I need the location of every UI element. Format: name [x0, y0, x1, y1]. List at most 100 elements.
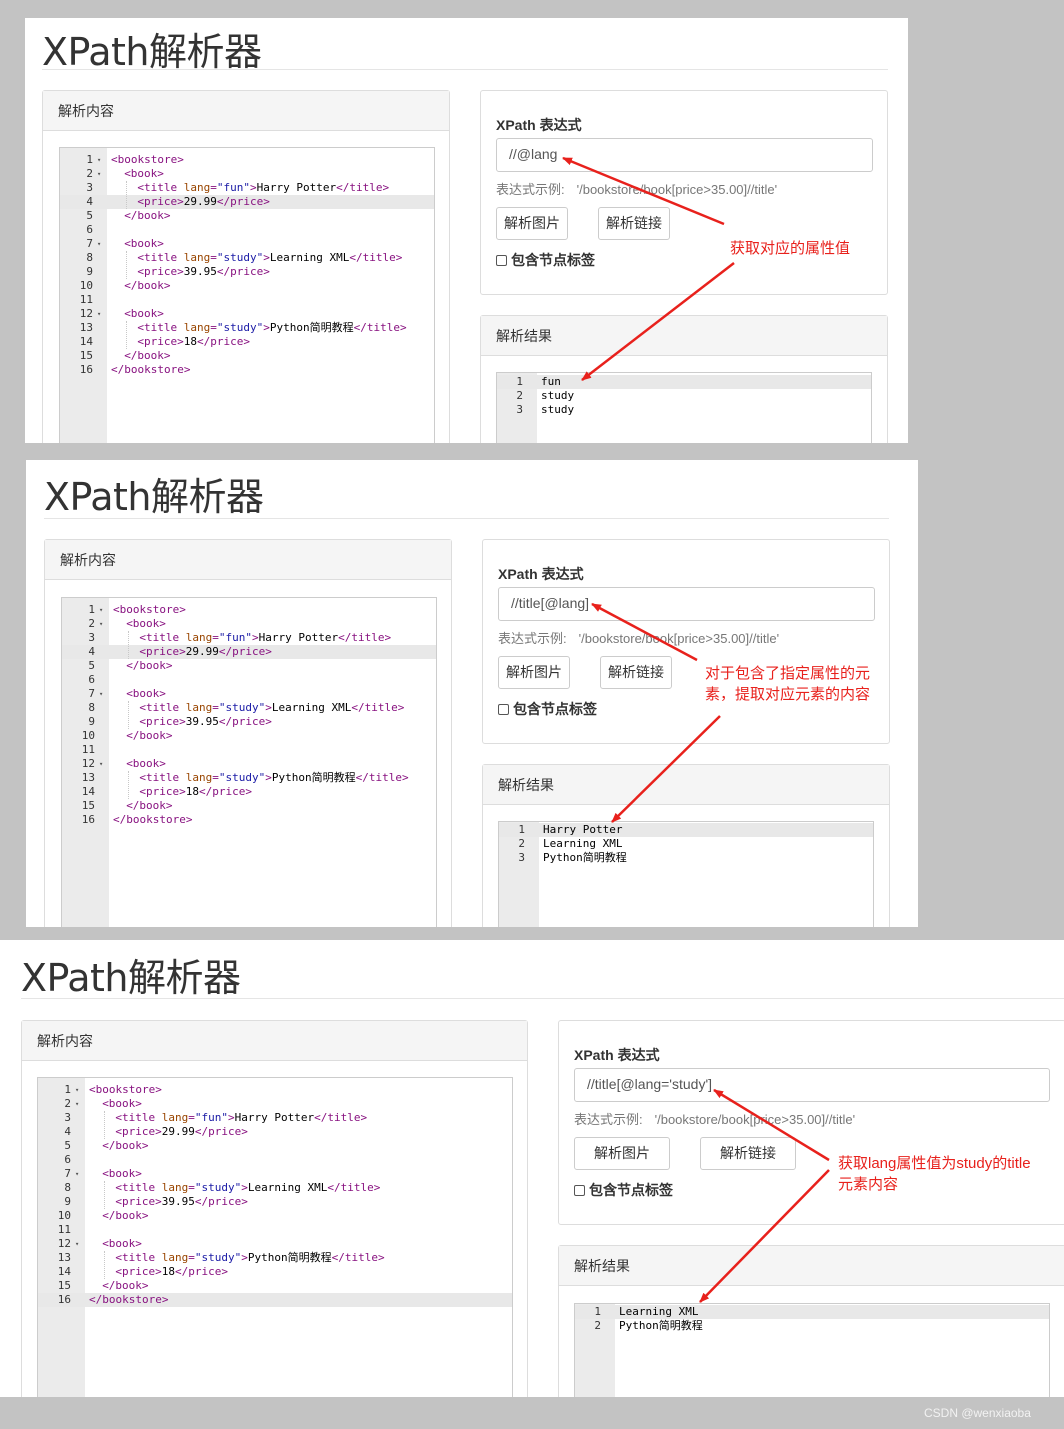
xpath-input[interactable]: //title[@lang] [498, 587, 875, 621]
xpath-input[interactable]: //@lang [496, 138, 873, 172]
code-token: </book> [126, 799, 173, 812]
code-token: 29.99 [161, 1125, 195, 1138]
code-line: 2 ▾ <book> [60, 167, 434, 181]
line-number: 6 [86, 223, 93, 236]
code-token: 18 [183, 335, 197, 348]
code-token: <price> [139, 785, 186, 798]
code-line: 6 [62, 673, 436, 687]
include-tags-checkbox[interactable]: 包含节点标签 [498, 699, 597, 719]
code-text: </book> [102, 1139, 148, 1153]
code-token: Learning XML [247, 1181, 328, 1194]
indent-guide [126, 321, 128, 349]
parse-image-button[interactable]: 解析图片 [574, 1137, 670, 1170]
fold-toggle-icon[interactable]: ▾ [75, 1237, 79, 1251]
code-token: </price> [197, 335, 250, 348]
result-editor[interactable]: 1 Learning XML 2 Python简明教程 [574, 1303, 1050, 1397]
page-title: XPath解析器 [21, 956, 241, 1000]
line-number: 8 [88, 701, 95, 714]
code-line: 4 <price>29.99</price> [62, 645, 436, 659]
result-line: 3 study [497, 403, 871, 417]
code-text: <price>39.95</price> [139, 715, 271, 729]
code-text: <title lang="study">Python简明教程</title> [137, 321, 406, 335]
code-token: Python简明教程 [271, 771, 356, 784]
code-line: 1 ▾ <bookstore> [62, 603, 436, 617]
fold-toggle-icon[interactable]: ▾ [97, 237, 101, 251]
include-tags-checkbox[interactable]: 包含节点标签 [574, 1180, 673, 1200]
checkbox-box[interactable] [574, 1185, 585, 1196]
code-text: <title lang="fun">Harry Potter</title> [139, 631, 391, 645]
result-editor[interactable]: 1 Harry Potter 2 Learning XML 3 Python简明教程 [498, 821, 874, 927]
include-tags-checkbox[interactable]: 包含节点标签 [496, 250, 595, 270]
fold-toggle-icon[interactable]: ▾ [75, 1083, 79, 1097]
line-number: 4 [88, 645, 95, 658]
fold-toggle-icon[interactable]: ▾ [99, 757, 103, 771]
code-token: = [210, 181, 217, 194]
code-line: 10 </book> [38, 1209, 512, 1223]
line-number: 1 [88, 603, 95, 616]
code-token: = [188, 1111, 195, 1124]
code-line: 16 </bookstore> [62, 813, 436, 827]
code-line: 11 [38, 1223, 512, 1237]
fold-toggle-icon[interactable]: ▾ [99, 617, 103, 631]
code-line: 5 </book> [62, 659, 436, 673]
code-text: <book> [124, 237, 164, 251]
line-number: 16 [57, 1293, 71, 1306]
page-title: XPath解析器 [42, 30, 262, 74]
fold-toggle-icon[interactable]: ▾ [99, 603, 103, 617]
line-number: 1 [64, 1083, 71, 1096]
code-token: = [210, 251, 217, 264]
code-token: <price> [139, 645, 186, 658]
parse-image-button[interactable]: 解析图片 [498, 656, 570, 689]
result-text: Python简明教程 [619, 1319, 703, 1332]
code-line: 9 <price>39.95</price> [62, 715, 436, 729]
code-token: </title> [351, 701, 405, 714]
code-token: <bookstore> [89, 1083, 162, 1096]
content-panel-heading: 解析内容 [22, 1021, 527, 1061]
code-token: Harry Potter [234, 1111, 315, 1124]
fold-toggle-icon[interactable]: ▾ [97, 167, 101, 181]
code-line: 13 <title lang="study">Python简明教程</title> [60, 321, 434, 335]
fold-toggle-icon[interactable]: ▾ [75, 1167, 79, 1181]
code-token: lang [183, 181, 211, 194]
xml-editor[interactable]: 1 ▾ <bookstore> 2 ▾ <book> 3 <title lang="fun">… [61, 597, 437, 927]
result-line: 2 Python简明教程 [575, 1319, 1049, 1333]
code-token: <book> [102, 1237, 142, 1250]
line-number: 10 [81, 729, 95, 742]
fold-toggle-icon[interactable]: ▾ [99, 687, 103, 701]
code-text: <price>29.99</price> [115, 1125, 247, 1139]
indent-guide [126, 181, 128, 209]
title-divider [21, 998, 1064, 999]
line-number: 6 [88, 673, 95, 686]
parse-image-button[interactable]: 解析图片 [496, 207, 568, 240]
code-line: 12 ▾ <book> [62, 757, 436, 771]
code-line: 8 <title lang="study">Learning XML</title… [60, 251, 434, 265]
fold-toggle-icon[interactable]: ▾ [75, 1097, 79, 1111]
code-token: <price> [137, 195, 184, 208]
code-token: </bookstore> [113, 813, 193, 826]
title-divider [42, 69, 888, 70]
xpath-input[interactable]: //title[@lang='study'] [574, 1068, 1050, 1102]
code-line: 7 ▾ <book> [62, 687, 436, 701]
code-token: Learning XML [271, 701, 352, 714]
example-value: '/bookstore/book[price>35.00]//title' [578, 631, 780, 646]
parse-link-button[interactable]: 解析链接 [600, 656, 672, 689]
code-token: Harry Potter [258, 631, 339, 644]
checkbox-box[interactable] [496, 255, 507, 266]
checkbox-box[interactable] [498, 704, 509, 715]
parse-link-button[interactable]: 解析链接 [598, 207, 670, 240]
line-number: 3 [64, 1111, 71, 1124]
code-token: "fun" [194, 1111, 228, 1124]
xml-editor[interactable]: 1 ▾ <bookstore> 2 ▾ <book> 3 <title lang="fun">… [59, 147, 435, 443]
result-editor[interactable]: 1 fun 2 study 3 study [496, 372, 872, 443]
line-number: 6 [64, 1153, 71, 1166]
fold-toggle-icon[interactable]: ▾ [97, 153, 101, 167]
parse-link-button[interactable]: 解析链接 [700, 1137, 796, 1170]
fold-toggle-icon[interactable]: ▾ [97, 307, 101, 321]
line-number: 8 [64, 1181, 71, 1194]
annotation-2-line-2: 素，提取对应元素的内容 [705, 686, 871, 703]
xml-editor[interactable]: 1 ▾ <bookstore> 2 ▾ <book> 3 <title lang="fun">… [37, 1077, 513, 1397]
code-token: </price> [218, 645, 272, 658]
result-line: 1 Harry Potter [499, 823, 873, 837]
example-value: '/bookstore/book[price>35.00]//title' [576, 182, 778, 197]
code-line: 5 </book> [38, 1139, 512, 1153]
